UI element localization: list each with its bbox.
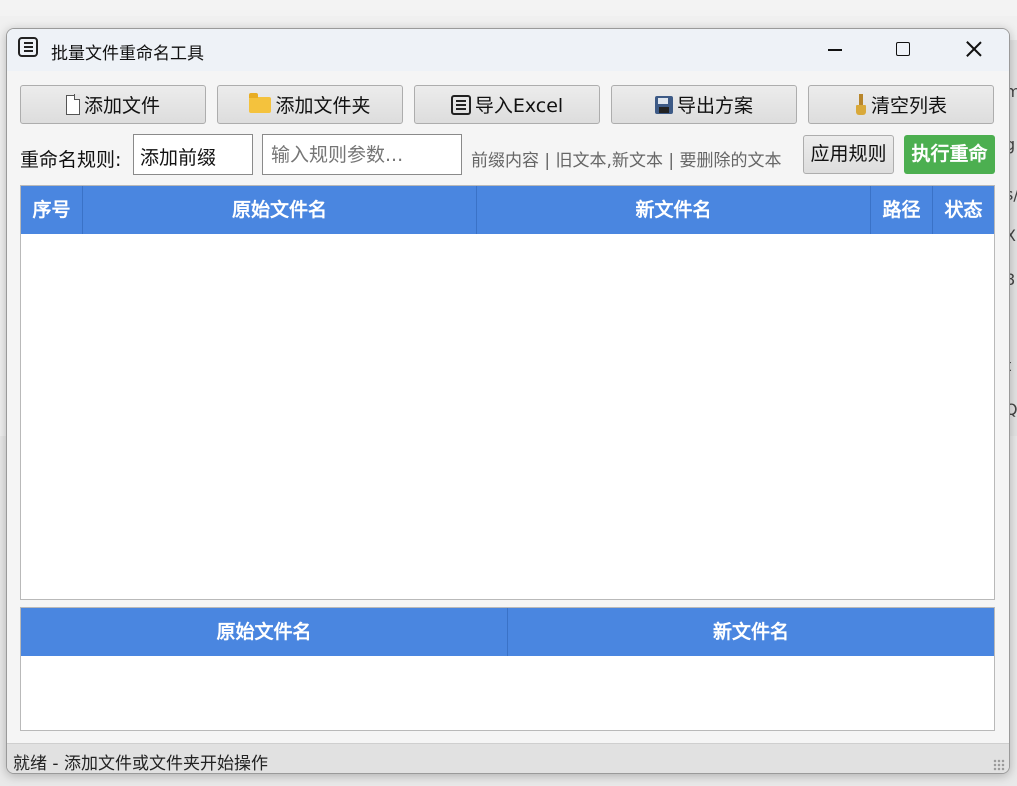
execute-rename-button[interactable]: 执行重命 bbox=[904, 135, 995, 174]
desktop-background-top bbox=[0, 0, 1017, 16]
preview-column-new-name[interactable]: 新文件名 bbox=[508, 608, 994, 656]
resize-grip-icon[interactable] bbox=[993, 759, 1005, 771]
rule-type-select[interactable]: 添加前缀 bbox=[133, 134, 253, 175]
file-icon bbox=[65, 94, 81, 115]
preview-column-original-name[interactable]: 原始文件名 bbox=[21, 608, 508, 656]
preview-header: 原始文件名 新文件名 bbox=[21, 608, 994, 656]
close-button[interactable] bbox=[951, 29, 997, 71]
import-excel-button[interactable]: 导入Excel bbox=[414, 85, 600, 124]
app-window: 批量文件重命名工具 添加文件 添加文件夹 导入Excel 导出方案 清空列表 重… bbox=[6, 28, 1010, 774]
list-icon bbox=[450, 94, 471, 115]
add-folder-button[interactable]: 添加文件夹 bbox=[217, 85, 403, 124]
file-list-header: 序号 原始文件名 新文件名 路径 状态 bbox=[21, 186, 994, 234]
file-list-table[interactable]: 序号 原始文件名 新文件名 路径 状态 bbox=[20, 185, 995, 600]
minimize-button[interactable] bbox=[812, 29, 858, 71]
broom-icon bbox=[855, 93, 867, 116]
title-bar[interactable]: 批量文件重命名工具 bbox=[7, 29, 1009, 71]
close-icon bbox=[965, 40, 983, 58]
window-title: 批量文件重命名工具 bbox=[51, 44, 204, 64]
rule-label: 重命名规则: bbox=[20, 149, 122, 171]
column-header-original-name[interactable]: 原始文件名 bbox=[83, 186, 477, 234]
status-bar: 就绪 - 添加文件或文件夹开始操作 bbox=[7, 743, 1009, 774]
maximize-icon bbox=[896, 42, 910, 56]
status-text: 就绪 - 添加文件或文件夹开始操作 bbox=[13, 754, 268, 774]
add-file-label: 添加文件 bbox=[83, 95, 160, 117]
floppy-disk-icon bbox=[654, 95, 673, 114]
clear-list-button[interactable]: 清空列表 bbox=[808, 85, 994, 124]
app-icon bbox=[18, 37, 38, 57]
maximize-button[interactable] bbox=[879, 29, 925, 71]
rule-hint: 前缀内容 | 旧文本,新文本 | 要删除的文本 bbox=[471, 151, 782, 171]
add-folder-label: 添加文件夹 bbox=[275, 95, 371, 117]
apply-rule-button[interactable]: 应用规则 bbox=[803, 135, 894, 174]
column-header-path[interactable]: 路径 bbox=[871, 186, 933, 234]
import-excel-label: 导入Excel bbox=[474, 95, 564, 117]
rule-parameter-input[interactable] bbox=[262, 134, 462, 175]
export-plan-button[interactable]: 导出方案 bbox=[611, 85, 797, 124]
minimize-icon bbox=[828, 49, 842, 51]
add-file-button[interactable]: 添加文件 bbox=[20, 85, 206, 124]
clear-list-label: 清空列表 bbox=[870, 95, 947, 117]
column-header-index[interactable]: 序号 bbox=[21, 186, 83, 234]
preview-table[interactable]: 原始文件名 新文件名 bbox=[20, 607, 995, 731]
column-header-new-name[interactable]: 新文件名 bbox=[477, 186, 871, 234]
export-plan-label: 导出方案 bbox=[676, 95, 753, 117]
column-header-status[interactable]: 状态 bbox=[933, 186, 994, 234]
folder-icon bbox=[249, 92, 272, 113]
